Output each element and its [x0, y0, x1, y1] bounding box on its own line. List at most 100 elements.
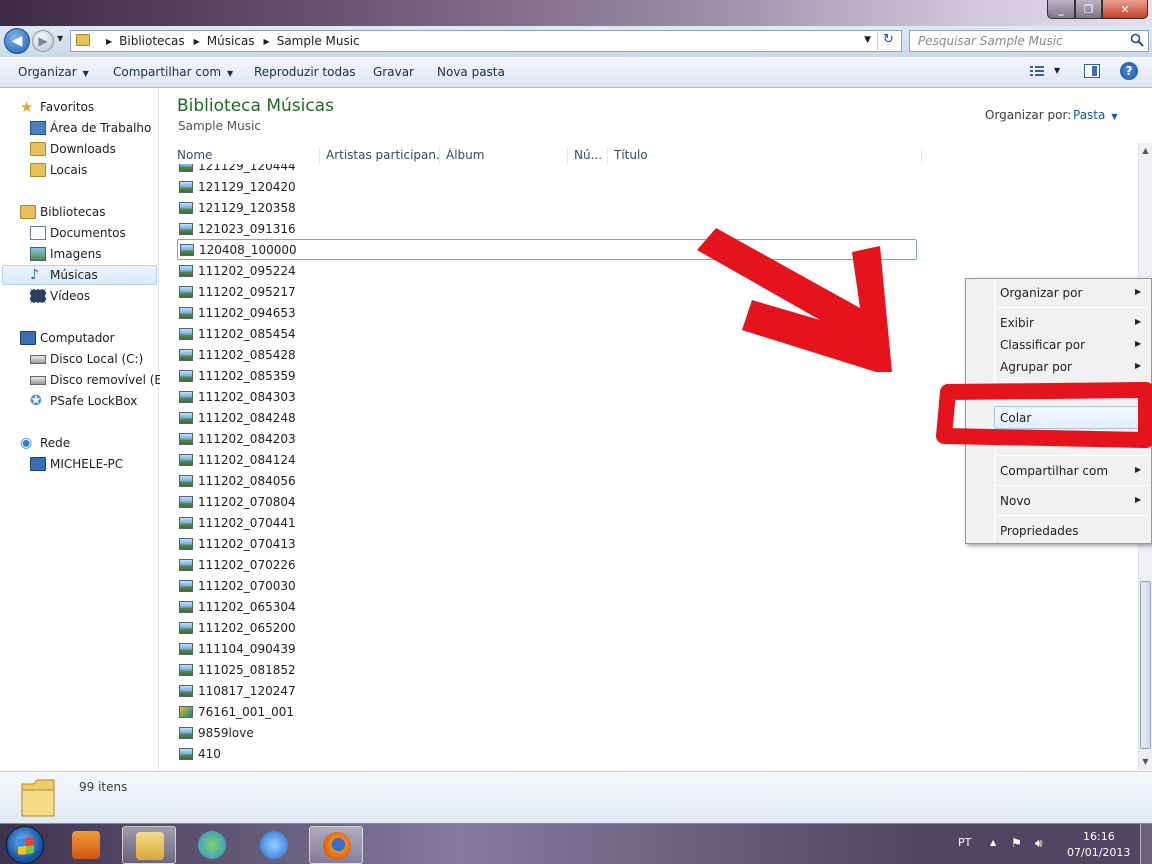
file-row[interactable]: 111202_085454	[177, 323, 917, 344]
column-header-number[interactable]: Nú...	[574, 148, 608, 164]
nav-item-videos[interactable]: Vídeos	[30, 286, 90, 306]
menu-item-paste[interactable]: Colar	[1000, 411, 1031, 425]
file-row[interactable]: 121129_120420	[177, 176, 917, 197]
address-field[interactable]: ▶ Bibliotecas ▶ Músicas ▶ Sample Music ▼…	[70, 30, 902, 52]
column-header-artists[interactable]: Artistas participan...	[326, 148, 440, 164]
column-header-album[interactable]: Álbum	[446, 148, 568, 164]
nav-item-psafe[interactable]: ✪ PSafe LockBox	[30, 391, 137, 411]
back-button[interactable]: ◀	[4, 28, 30, 54]
arrange-by-dropdown[interactable]: Pasta ▼	[1073, 108, 1118, 122]
chevron-down-icon[interactable]: ▼	[864, 35, 871, 45]
clock-date[interactable]: 07/01/2013	[1067, 846, 1130, 859]
minimize-button[interactable]: _	[1047, 0, 1075, 19]
column-header-name[interactable]: Nome	[177, 148, 320, 164]
volume-icon[interactable]: 🔊︎	[1035, 836, 1043, 851]
nav-item-downloads[interactable]: Downloads	[30, 139, 116, 159]
nav-item-documentos[interactable]: Documentos	[30, 223, 126, 243]
play-all-button[interactable]: Reproduzir todas	[254, 65, 356, 79]
file-row[interactable]: 111202_084303	[177, 386, 917, 407]
nav-item-desktop[interactable]: Área de Trabalho	[30, 118, 151, 138]
scroll-down-icon[interactable]: ▼	[1139, 754, 1152, 770]
share-button[interactable]: Compartilhar com ▼	[113, 65, 233, 79]
menu-item-group-by[interactable]: Agrupar por	[1000, 360, 1072, 374]
menu-item-share-with[interactable]: Compartilhar com	[1000, 464, 1108, 478]
burn-button[interactable]: Gravar	[373, 65, 414, 79]
scroll-thumb[interactable]	[1140, 581, 1151, 749]
file-row[interactable]: 111202_070030	[177, 575, 917, 596]
file-row[interactable]: 111202_085428	[177, 344, 917, 365]
file-row[interactable]: 111202_070441	[177, 512, 917, 533]
nav-favorites[interactable]: ★ Favoritos	[20, 97, 94, 117]
taskbar-media-player[interactable]	[59, 826, 113, 864]
file-row[interactable]: 111025_081852	[177, 659, 917, 680]
nav-computer[interactable]: Computador	[20, 328, 115, 348]
file-row[interactable]: 410	[177, 743, 917, 764]
nav-libraries[interactable]: Bibliotecas	[20, 202, 105, 222]
chevron-right-icon[interactable]: ▶	[194, 37, 200, 46]
new-folder-button[interactable]: Nova pasta	[437, 65, 505, 79]
help-icon[interactable]: ?	[1120, 62, 1138, 80]
file-row[interactable]: 76161_001_001	[177, 701, 917, 722]
file-row[interactable]: 111202_094653	[177, 302, 917, 323]
forward-button[interactable]: ▶	[32, 30, 54, 52]
file-row[interactable]: 111202_065304	[177, 596, 917, 617]
file-row[interactable]: 121129_120358	[177, 197, 917, 218]
taskbar-internet-explorer[interactable]	[247, 826, 301, 864]
refresh-icon[interactable]: ↻	[877, 32, 899, 50]
file-row[interactable]: 9859love	[177, 722, 917, 743]
nav-network[interactable]: ◉ Rede	[20, 433, 70, 453]
preview-pane-icon[interactable]	[1084, 64, 1100, 78]
taskbar-messenger[interactable]	[185, 826, 239, 864]
file-row[interactable]: 111202_070413	[177, 533, 917, 554]
file-row[interactable]: 111202_084203	[177, 428, 917, 449]
file-row[interactable]: 111202_084248	[177, 407, 917, 428]
breadcrumb-bibliotecas[interactable]: Bibliotecas	[119, 34, 184, 48]
file-row[interactable]: 111202_065200	[177, 617, 917, 638]
file-row[interactable]: 111202_095224	[177, 260, 917, 281]
file-row[interactable]: 111202_070804	[177, 491, 917, 512]
breadcrumb-musicas[interactable]: Músicas	[207, 34, 255, 48]
organize-button[interactable]: Organizar ▼	[18, 65, 89, 79]
chevron-down-icon[interactable]: ▼	[1054, 66, 1060, 75]
close-button[interactable]: ✕	[1102, 0, 1148, 19]
breadcrumb-sample-music[interactable]: Sample Music	[277, 34, 360, 48]
menu-item-paste-highlight[interactable]: Colar	[994, 406, 1140, 429]
file-row[interactable]: 111202_084056	[177, 470, 917, 491]
nav-item-disco-local[interactable]: Disco Local (C:)	[30, 349, 143, 369]
file-row[interactable]: 121023_091316	[177, 218, 917, 239]
recent-locations-button[interactable]: ▼	[57, 34, 63, 43]
menu-item-view[interactable]: Exibir	[1000, 316, 1034, 330]
menu-item-organize-by[interactable]: Organizar por	[1000, 286, 1082, 300]
search-icon[interactable]	[1130, 33, 1144, 47]
view-details-icon[interactable]	[1030, 65, 1044, 77]
documents-icon	[30, 226, 46, 240]
taskbar-explorer[interactable]	[122, 826, 176, 864]
column-header-title[interactable]: Título	[614, 148, 922, 164]
show-desktop-button[interactable]	[1140, 824, 1152, 864]
file-row[interactable]: 120408_100000	[177, 239, 917, 260]
chevron-right-icon[interactable]: ▶	[264, 37, 270, 46]
nav-item-michele-pc[interactable]: MICHELE-PC	[30, 454, 123, 474]
nav-item-imagens[interactable]: Imagens	[30, 244, 101, 264]
file-row[interactable]: 111202_070226	[177, 554, 917, 575]
scroll-up-icon[interactable]: ▲	[1139, 143, 1152, 159]
menu-item-properties[interactable]: Propriedades	[1000, 524, 1079, 538]
language-indicator[interactable]: PT	[958, 836, 971, 849]
file-row[interactable]: 111202_095217	[177, 281, 917, 302]
show-hidden-icons-icon[interactable]: ▲	[990, 838, 996, 847]
menu-item-sort-by[interactable]: Classificar por	[1000, 338, 1085, 352]
start-button[interactable]	[6, 826, 44, 864]
file-row[interactable]: 111202_085359	[177, 365, 917, 386]
file-row[interactable]: 110817_120247	[177, 680, 917, 701]
file-row[interactable]: 111104_090439	[177, 638, 917, 659]
nav-item-disco-removivel[interactable]: Disco removível (E:)	[30, 370, 171, 390]
taskbar-firefox[interactable]	[309, 826, 363, 864]
menu-item-new[interactable]: Novo	[1000, 494, 1031, 508]
clock-time[interactable]: 16:16	[1083, 830, 1115, 843]
nav-item-musicas[interactable]: ♪ Músicas	[2, 265, 157, 285]
maximize-button[interactable]: ❐	[1075, 0, 1102, 19]
search-input[interactable]: Pesquisar Sample Music	[909, 30, 1149, 52]
nav-item-locais[interactable]: Locais	[30, 160, 87, 180]
file-row[interactable]: 111202_084124	[177, 449, 917, 470]
action-center-flag-icon[interactable]: ⚑	[1011, 836, 1022, 850]
